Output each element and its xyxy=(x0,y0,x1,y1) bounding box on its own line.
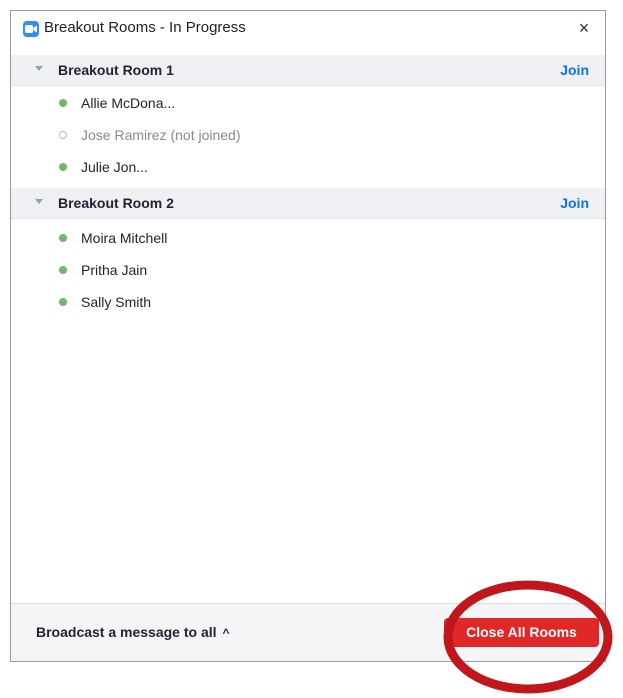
close-all-rooms-button[interactable]: Close All Rooms xyxy=(444,618,599,647)
video-camera-icon xyxy=(23,21,39,37)
window-title: Breakout Rooms - In Progress xyxy=(44,19,246,36)
broadcast-message-button[interactable]: Broadcast a message to all ^ xyxy=(36,624,230,640)
participant-row: Sally Smith xyxy=(11,288,605,318)
participant-name: Julie Jon... xyxy=(81,159,148,175)
join-room-1-button[interactable]: Join xyxy=(560,62,589,78)
chevron-up-icon: ^ xyxy=(222,626,230,640)
participant-row: Pritha Jain xyxy=(11,256,605,286)
participant-name: Sally Smith xyxy=(81,294,152,310)
room-header-2[interactable]: Breakout Room 2 Join xyxy=(11,188,605,219)
participant-name: Moira Mitchell xyxy=(81,230,168,246)
status-dot-icon xyxy=(59,131,67,139)
participant-row: Jose Ramirez (not joined) xyxy=(11,121,605,151)
participant-row: Moira Mitchell xyxy=(11,224,605,254)
participant-row: Julie Jon... xyxy=(11,153,605,183)
caret-down-icon[interactable] xyxy=(35,199,43,204)
caret-down-icon[interactable] xyxy=(35,66,43,71)
join-room-2-button[interactable]: Join xyxy=(560,195,589,211)
participant-row: Allie McDona... xyxy=(11,89,605,119)
breakout-rooms-window: Breakout Rooms - In Progress × Breakout … xyxy=(10,10,606,662)
status-dot-icon xyxy=(59,163,67,171)
footer-bar: Broadcast a message to all ^ Close All Ro… xyxy=(11,603,605,661)
status-dot-icon xyxy=(59,234,67,242)
room-header-1[interactable]: Breakout Room 1 Join xyxy=(11,55,605,86)
participant-name: Allie McDona... xyxy=(81,95,176,111)
participant-name: Jose Ramirez (not joined) xyxy=(81,127,241,143)
close-icon[interactable]: × xyxy=(573,17,595,39)
status-dot-icon xyxy=(59,99,67,107)
status-dot-icon xyxy=(59,298,67,306)
broadcast-label: Broadcast a message to all xyxy=(36,624,217,640)
status-dot-icon xyxy=(59,266,67,274)
title-bar: Breakout Rooms - In Progress × xyxy=(11,11,605,47)
participant-name: Pritha Jain xyxy=(81,262,148,278)
room-name: Breakout Room 2 xyxy=(58,195,174,211)
room-name: Breakout Room 1 xyxy=(58,62,174,78)
